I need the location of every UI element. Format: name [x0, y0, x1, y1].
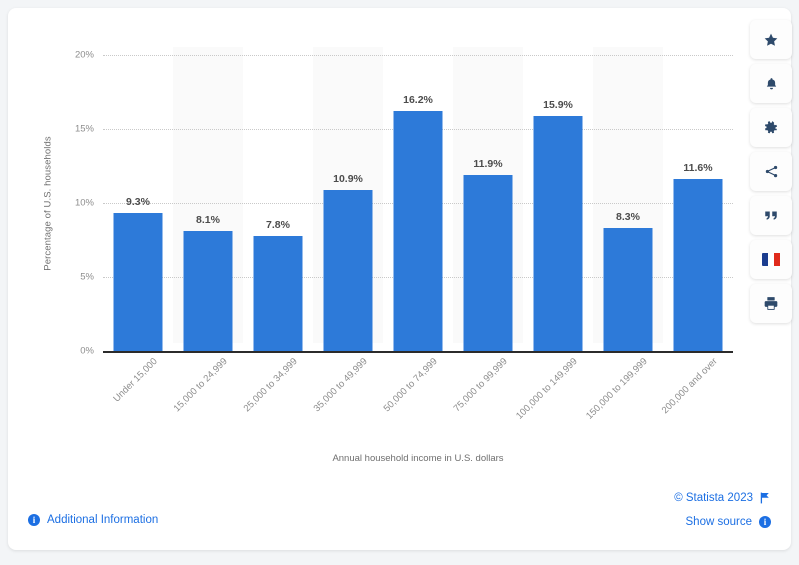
bar-value-label: 7.8% [266, 218, 290, 231]
bar-slot: 10.9% [313, 55, 383, 351]
settings-button[interactable] [750, 108, 792, 147]
x-axis-line [103, 351, 733, 353]
bar[interactable] [253, 235, 303, 351]
x-axis-title: Annual household income in U.S. dollars [332, 453, 504, 464]
x-tick-label: 35,000 to 49,999 [311, 356, 370, 415]
bar[interactable] [323, 189, 373, 351]
bar-value-label: 9.3% [126, 196, 150, 209]
y-axis-title: Percentage of U.S. households [42, 136, 54, 271]
bar-value-label: 16.2% [403, 94, 433, 107]
bar-value-label: 11.6% [683, 162, 713, 175]
bar-slot: 11.9% [453, 55, 523, 351]
copyright: © Statista 2023 [674, 492, 771, 504]
x-tick-label: 50,000 to 74,999 [381, 356, 440, 415]
show-source-link[interactable]: Show source i [686, 516, 771, 528]
x-tick-label: 75,000 to 99,999 [451, 356, 510, 415]
flag-marker-icon [760, 492, 771, 504]
notification-bell-icon [764, 76, 779, 92]
bar[interactable] [113, 213, 163, 351]
bar-slot: 9.3% [103, 55, 173, 351]
statista-chart-page: Percentage of U.S. households 0% 5% 10% 15%… [0, 0, 799, 565]
info-icon: i [28, 514, 40, 526]
x-tick-label: 15,000 to 24,999 [171, 356, 230, 415]
info-icon: i [759, 516, 771, 528]
favorite-star-icon [763, 32, 779, 48]
french-flag-icon [761, 253, 781, 266]
bar-slot: 15.9% [523, 55, 593, 351]
x-tick-label: 150,000 to 199,999 [584, 356, 650, 422]
bar[interactable] [183, 231, 233, 351]
action-rail [750, 20, 794, 323]
bar-series: 9.3% 8.1% 7.8% 10.9% 16.2% 11.9% 15.9% 8.3% 11.6… [103, 55, 733, 351]
chart-card: Percentage of U.S. households 0% 5% 10% 15%… [8, 8, 791, 550]
citation-button[interactable] [750, 196, 792, 235]
bar[interactable] [603, 228, 653, 351]
bar-value-label: 8.1% [196, 214, 220, 227]
bar-value-label: 15.9% [543, 98, 573, 111]
bar-slot: 11.6% [663, 55, 733, 351]
x-tick-label: 200,000 and over [659, 356, 720, 417]
x-tick-label: Under 15,000 [111, 356, 160, 405]
additional-information-label: Additional Information [47, 514, 159, 526]
bar-slot: 8.3% [593, 55, 663, 351]
bar-value-label: 10.9% [333, 172, 363, 185]
bar-slot: 8.1% [173, 55, 243, 351]
language-french-button[interactable] [750, 240, 792, 279]
favorite-button[interactable] [750, 20, 792, 59]
chart-area: Percentage of U.S. households 0% 5% 10% 15%… [8, 8, 791, 478]
show-source-label: Show source [685, 516, 752, 528]
y-tick-label: 15% [74, 123, 94, 135]
print-icon [763, 296, 779, 311]
notifications-button[interactable] [750, 64, 792, 103]
bar[interactable] [393, 111, 443, 351]
y-tick-label: 0% [80, 345, 94, 357]
share-icon [764, 164, 779, 179]
bar-slot: 16.2% [383, 55, 453, 351]
additional-information-link[interactable]: i Additional Information [28, 514, 158, 526]
bar[interactable] [533, 115, 583, 351]
settings-gear-icon [763, 120, 779, 136]
y-tick-label: 20% [74, 49, 94, 61]
share-button[interactable] [750, 152, 792, 191]
copyright-label: © Statista 2023 [674, 492, 753, 504]
print-button[interactable] [750, 284, 792, 323]
plot-area: 0% 5% 10% 15% 20% 9.3% 8.1% 7.8% 10.9% 16.2% 11.9… [75, 47, 733, 357]
bar-value-label: 11.9% [473, 157, 503, 170]
bar[interactable] [463, 174, 513, 351]
y-tick-label: 10% [74, 197, 94, 209]
citation-quote-icon [764, 209, 779, 222]
bar[interactable] [673, 179, 723, 351]
x-axis-tick-labels: Under 15,000 15,000 to 24,999 25,000 to 34… [103, 356, 733, 451]
bar-slot: 7.8% [243, 55, 313, 351]
y-tick-label: 5% [80, 271, 94, 283]
bar-value-label: 8.3% [616, 211, 640, 224]
x-tick-label: 25,000 to 34,999 [241, 356, 300, 415]
chart-footer: i Additional Information © Statista 2023… [8, 478, 791, 550]
x-tick-label: 100,000 to 149,999 [514, 356, 580, 422]
